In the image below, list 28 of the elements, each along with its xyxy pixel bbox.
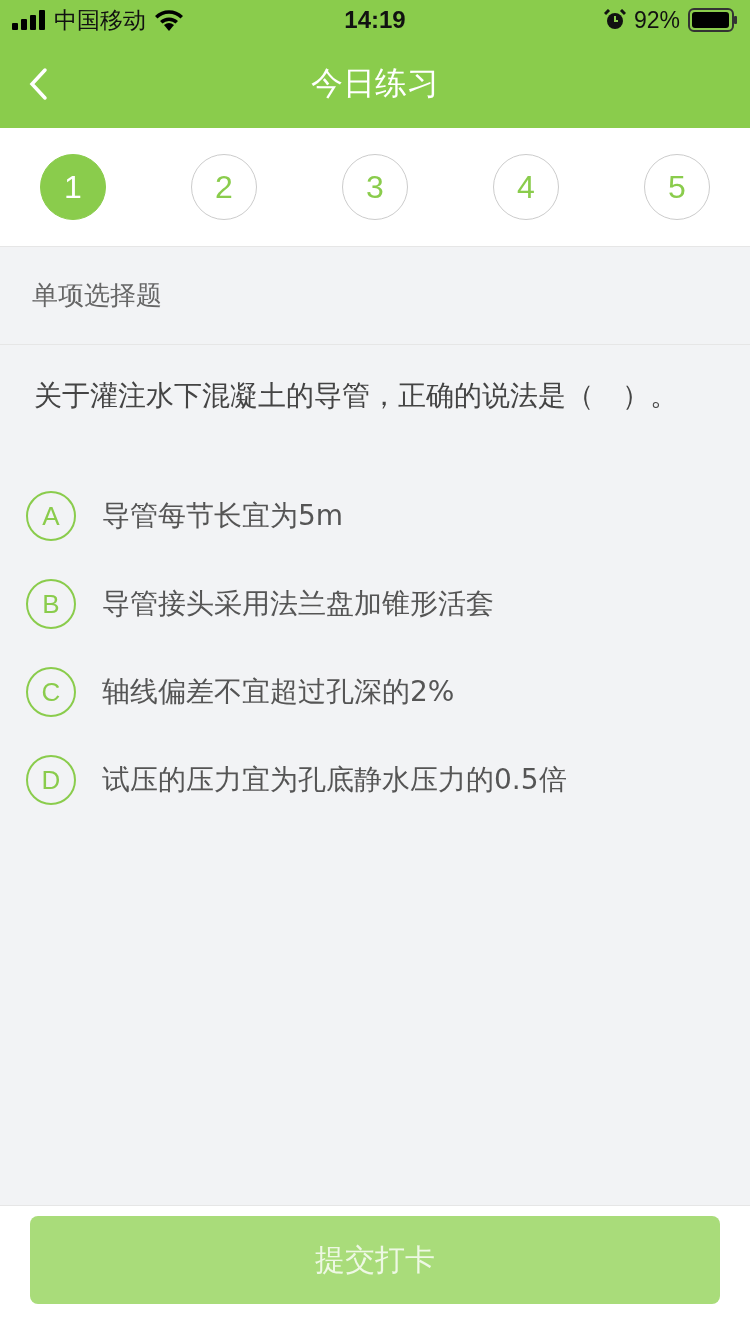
battery-icon bbox=[688, 8, 738, 32]
carrier-name: 中国移动 bbox=[54, 5, 146, 35]
option-text: 导管接头采用法兰盘加锥形活套 bbox=[102, 586, 494, 622]
signal-icon bbox=[12, 10, 46, 30]
status-time: 14:19 bbox=[344, 6, 406, 34]
option-letter-circle: B bbox=[26, 579, 76, 629]
option-text: 试压的压力宜为孔底静水压力的0.5倍 bbox=[102, 762, 567, 798]
option-letter-circle: D bbox=[26, 755, 76, 805]
question-number-tab[interactable]: 5 bbox=[644, 154, 710, 220]
option-text: 轴线偏差不宜超过孔深的2% bbox=[102, 674, 455, 710]
answer-option[interactable]: D 试压的压力宜为孔底静水压力的0.5倍 bbox=[26, 755, 724, 805]
question-text: 关于灌注水下混凝土的导管，正确的说法是（ ）。 bbox=[33, 378, 679, 414]
option-text: 导管每节长宜为5m bbox=[102, 498, 344, 534]
question-number-tab[interactable]: 1 bbox=[40, 154, 106, 220]
question-number-tab[interactable]: 3 bbox=[342, 154, 408, 220]
answer-option[interactable]: C 轴线偏差不宜超过孔深的2% bbox=[26, 667, 724, 717]
page-title: 今日练习 bbox=[311, 63, 439, 104]
answer-option[interactable]: B 导管接头采用法兰盘加锥形活套 bbox=[26, 579, 724, 629]
option-letter-circle: A bbox=[26, 491, 76, 541]
answer-option[interactable]: A 导管每节长宜为5m bbox=[26, 491, 724, 541]
option-letter-circle: C bbox=[26, 667, 76, 717]
battery-percent: 92% bbox=[633, 6, 680, 34]
wifi-icon bbox=[154, 9, 184, 31]
back-button[interactable] bbox=[28, 67, 50, 101]
question-number-tab[interactable]: 2 bbox=[191, 154, 257, 220]
question-type-label: 单项选择题 bbox=[0, 247, 750, 345]
question-number-tab[interactable]: 4 bbox=[493, 154, 559, 220]
alarm-icon bbox=[603, 9, 626, 31]
